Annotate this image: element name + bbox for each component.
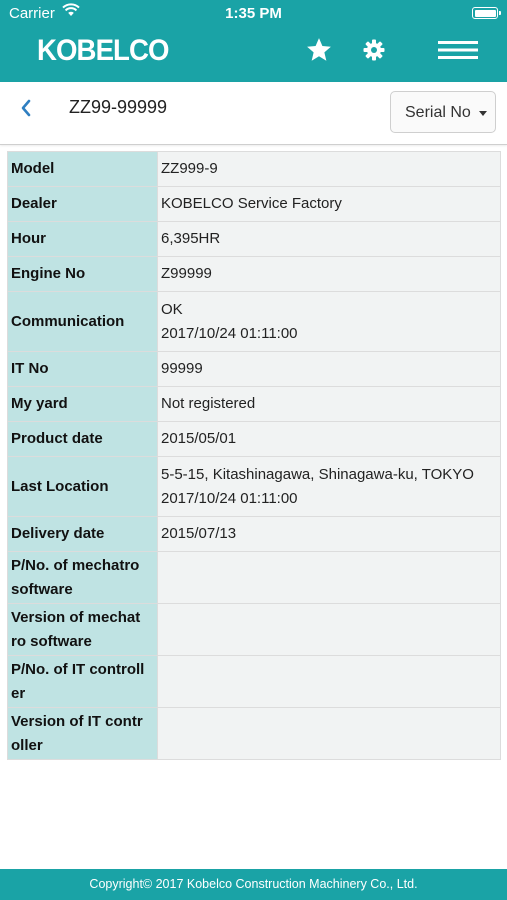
row-label: Engine No xyxy=(7,256,158,292)
row-label-line: oller xyxy=(11,736,43,754)
row-value: 2015/05/01 xyxy=(157,421,501,457)
table-row: Version of IT contr oller xyxy=(7,707,501,760)
kobelco-logo: KOBELCO xyxy=(37,34,169,67)
table-row: Hour 6,395HR xyxy=(7,221,501,257)
row-label: Product date xyxy=(7,421,158,457)
row-value: 5-5-15, Kitashinagawa, Shinagawa-ku, TOK… xyxy=(157,456,501,517)
row-label: Model xyxy=(7,151,158,187)
footer: Copyright© 2017 Kobelco Construction Mac… xyxy=(0,869,507,900)
row-value: 99999 xyxy=(157,351,501,387)
row-label-line: Version of mechat xyxy=(11,608,141,626)
table-row: Model ZZ999-9 xyxy=(7,151,501,187)
communication-status: OK xyxy=(161,300,183,318)
row-label-line: ro software xyxy=(11,632,92,650)
machine-title: ZZ99-99999 xyxy=(69,97,168,117)
row-label: IT No xyxy=(7,351,158,387)
dropdown-caret-icon xyxy=(479,111,487,116)
star-icon[interactable] xyxy=(305,36,333,69)
row-value: ZZ999-9 xyxy=(157,151,501,187)
table-row: P/No. of IT controll er xyxy=(7,655,501,708)
row-label: P/No. of mechatro software xyxy=(7,551,158,604)
row-value xyxy=(157,551,501,604)
clock: 1:35 PM xyxy=(225,5,282,22)
machine-header: ZZ99-99999 Serial No xyxy=(0,82,507,145)
table-row: Delivery date 2015/07/13 xyxy=(7,516,501,552)
row-label-line: P/No. of IT controll xyxy=(11,660,145,678)
hamburger-menu-icon[interactable] xyxy=(438,40,478,65)
table-row: Product date 2015/05/01 xyxy=(7,421,501,457)
row-value: Not registered xyxy=(157,386,501,422)
row-label: Delivery date xyxy=(7,516,158,552)
row-label: My yard xyxy=(7,386,158,422)
row-value xyxy=(157,603,501,656)
battery-icon xyxy=(472,7,501,19)
serial-no-dropdown[interactable]: Serial No xyxy=(390,91,496,133)
row-value: KOBELCO Service Factory xyxy=(157,186,501,222)
row-label-line: Version of IT contr xyxy=(11,712,143,730)
back-chevron-icon[interactable] xyxy=(18,98,34,123)
last-location-address: 5-5-15, Kitashinagawa, Shinagawa-ku, TOK… xyxy=(161,465,474,483)
row-label-line: P/No. of mechatro xyxy=(11,556,140,574)
row-value: Z99999 xyxy=(157,256,501,292)
row-value: 6,395HR xyxy=(157,221,501,257)
row-label: Dealer xyxy=(7,186,158,222)
table-row: IT No 99999 xyxy=(7,351,501,387)
table-row: Version of mechat ro software xyxy=(7,603,501,656)
row-value: 2015/07/13 xyxy=(157,516,501,552)
table-row: Last Location 5-5-15, Kitashinagawa, Shi… xyxy=(7,456,501,517)
row-label-line: software xyxy=(11,580,73,598)
row-label: Hour xyxy=(7,221,158,257)
serial-no-dropdown-label: Serial No xyxy=(405,104,471,121)
row-label: Communication xyxy=(7,291,158,352)
row-label: Version of IT contr oller xyxy=(7,707,158,760)
table-row: P/No. of mechatro software xyxy=(7,551,501,604)
row-value xyxy=(157,655,501,708)
row-label-line: er xyxy=(11,684,26,702)
app-header: KOBELCO xyxy=(0,28,507,82)
row-label: Version of mechat ro software xyxy=(7,603,158,656)
row-label: P/No. of IT controll er xyxy=(7,655,158,708)
table-row: My yard Not registered xyxy=(7,386,501,422)
copyright-text: Copyright© 2017 Kobelco Construction Mac… xyxy=(89,877,418,891)
row-label: Last Location xyxy=(7,456,158,517)
gear-icon[interactable] xyxy=(362,38,386,67)
row-value xyxy=(157,707,501,760)
table-row: Dealer KOBELCO Service Factory xyxy=(7,186,501,222)
machine-info-table: Model ZZ999-9 Dealer KOBELCO Service Fac… xyxy=(7,151,501,760)
table-row: Communication OK 2017/10/24 01:11:00 xyxy=(7,291,501,352)
row-value: OK 2017/10/24 01:11:00 xyxy=(157,291,501,352)
last-location-timestamp: 2017/10/24 01:11:00 xyxy=(161,489,298,507)
communication-timestamp: 2017/10/24 01:11:00 xyxy=(161,324,298,342)
table-row: Engine No Z99999 xyxy=(7,256,501,292)
status-bar: Carrier 1:35 PM xyxy=(0,0,507,28)
